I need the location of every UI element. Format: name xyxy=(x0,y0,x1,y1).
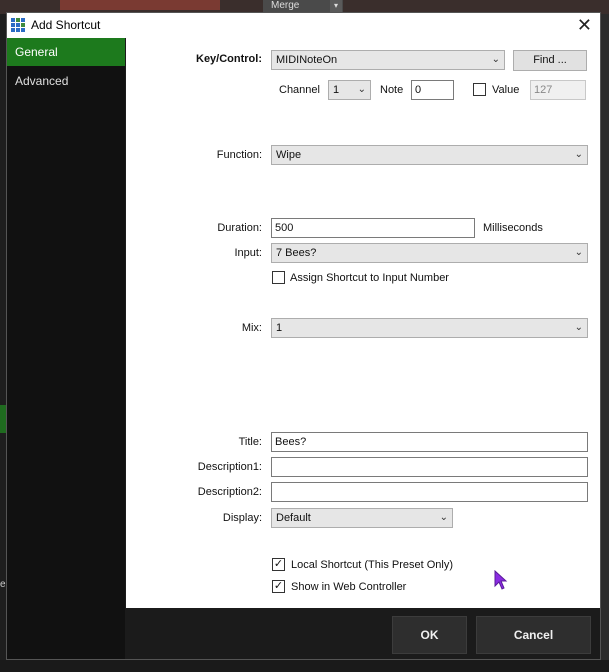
show-web-controller-checkbox[interactable]: ✓ xyxy=(272,580,285,593)
title-label: Title: xyxy=(238,436,262,448)
background-right-edge xyxy=(600,14,609,672)
dialog-sidebar: General Advanced xyxy=(7,38,125,659)
display-label: Display: xyxy=(222,512,262,524)
title-input[interactable]: Bees? xyxy=(271,432,588,452)
duration-input[interactable]: 500 xyxy=(271,218,475,238)
value-input[interactable]: 127 xyxy=(530,80,586,100)
note-input[interactable]: 0 xyxy=(411,80,454,100)
close-icon[interactable]: ✕ xyxy=(577,15,592,35)
chevron-down-icon: ⌄ xyxy=(574,322,583,333)
background-bottom-edge xyxy=(0,660,609,672)
sidebar-item-general[interactable]: General xyxy=(7,38,125,66)
value-label: Value xyxy=(492,84,520,96)
description1-input[interactable] xyxy=(271,457,588,477)
sidebar-item-advanced[interactable]: Advanced xyxy=(7,67,125,95)
ok-button[interactable]: OK xyxy=(392,616,467,654)
input-select[interactable]: 7 Bees? ⌄ xyxy=(271,243,588,263)
mix-select[interactable]: 1 ⌄ xyxy=(271,318,588,338)
channel-label: Channel xyxy=(279,84,320,96)
mix-label: Mix: xyxy=(241,322,262,334)
note-label: Note xyxy=(380,84,404,96)
show-web-controller-label: Show in Web Controller xyxy=(291,581,407,593)
display-select[interactable]: Default ⌄ xyxy=(271,508,453,528)
duration-label: Duration: xyxy=(217,222,262,234)
cancel-button[interactable]: Cancel xyxy=(476,616,591,654)
chevron-down-icon: ⌄ xyxy=(574,149,583,160)
value-checkbox[interactable] xyxy=(473,83,486,96)
local-shortcut-label: Local Shortcut (This Preset Only) xyxy=(291,559,454,571)
function-select[interactable]: Wipe ⌄ xyxy=(271,145,588,165)
channel-select[interactable]: 1 ⌄ xyxy=(328,80,371,100)
function-label: Function: xyxy=(216,149,262,161)
local-shortcut-checkbox[interactable]: ✓ xyxy=(272,558,285,571)
background-merge-dropdown: ▾ xyxy=(330,0,342,12)
background-app-strip xyxy=(60,0,220,10)
chevron-down-icon: ⌄ xyxy=(491,54,500,65)
display-value: Default xyxy=(276,512,311,524)
chevron-down-icon: ⌄ xyxy=(439,512,448,523)
description1-label: Description1: xyxy=(197,461,262,473)
description2-input[interactable] xyxy=(271,482,588,502)
mouse-cursor-icon xyxy=(494,570,508,590)
input-label: Input: xyxy=(234,247,262,259)
chevron-down-icon: ⌄ xyxy=(357,84,366,95)
key-control-label: Key/Control: xyxy=(196,53,262,65)
chevron-down-icon: ⌄ xyxy=(574,247,583,258)
channel-value: 1 xyxy=(333,84,340,96)
app-grid-icon xyxy=(11,18,27,34)
dialog-titlebar: Add Shortcut ✕ xyxy=(7,13,600,38)
find-button[interactable]: Find ... xyxy=(513,50,587,71)
description2-label: Description2: xyxy=(197,486,262,498)
dialog-footer: OK Cancel xyxy=(126,608,600,659)
duration-unit-label: Milliseconds xyxy=(483,222,543,234)
key-control-value: MIDINoteOn xyxy=(276,54,338,66)
function-value: Wipe xyxy=(276,149,302,161)
dialog-title: Add Shortcut xyxy=(31,18,101,32)
input-value: 7 Bees? xyxy=(276,247,317,259)
merge-label: Merge xyxy=(271,0,300,11)
mix-value: 1 xyxy=(276,322,283,334)
assign-input-number-checkbox[interactable] xyxy=(272,271,285,284)
key-control-select[interactable]: MIDINoteOn ⌄ xyxy=(271,50,505,70)
assign-input-number-label: Assign Shortcut to Input Number xyxy=(290,272,449,284)
